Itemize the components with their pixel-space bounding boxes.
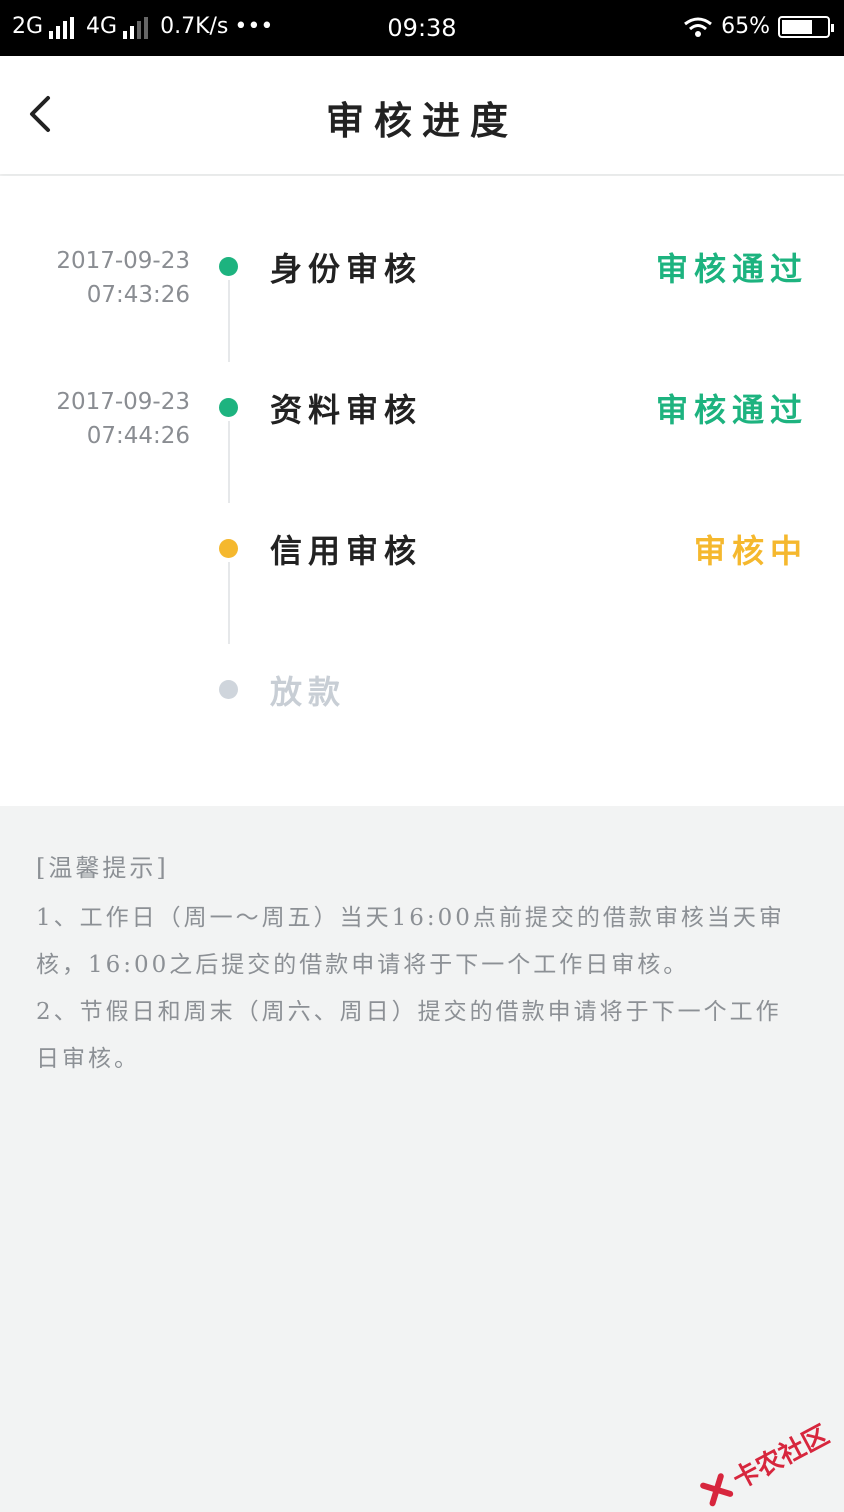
step-time: 07:43:26 <box>86 282 190 308</box>
step-status: 审核中 <box>693 532 808 570</box>
step-date: 2017-09-23 <box>56 389 190 415</box>
step-status: 审核通过 <box>655 250 808 288</box>
step-dot-done <box>219 257 238 276</box>
step-dot-in-progress <box>219 539 238 558</box>
logo-icon <box>699 1472 733 1506</box>
step-status: 审核通过 <box>655 391 808 429</box>
timeline-step-credit: 信用审核 审核中 <box>0 526 844 586</box>
step-time: 07:44:26 <box>86 423 190 449</box>
tips-line: 1、工作日（周一～周五）当天16:00点前提交的借款审核当天审核，16:00之后… <box>36 905 785 978</box>
tips-section: [温馨提示] 1、工作日（周一～周五）当天16:00点前提交的借款审核当天审核，… <box>36 848 806 1083</box>
step-timestamp: 2017-09-23 07:44:26 <box>56 385 190 453</box>
step-date: 2017-09-23 <box>56 248 190 274</box>
step-timestamp: 2017-09-23 07:43:26 <box>56 244 190 312</box>
status-bar: 2G 4G 0.7K/s ••• 09:38 65% <box>0 0 844 56</box>
step-name: 身份审核 <box>270 250 423 288</box>
nav-bar: 审核进度 <box>0 56 844 174</box>
step-dot-pending <box>219 680 238 699</box>
step-name: 信用审核 <box>270 532 423 570</box>
step-name: 放款 <box>270 673 347 711</box>
timeline-step-identity: 2017-09-23 07:43:26 身份审核 审核通过 <box>0 244 844 308</box>
timeline-step-documents: 2017-09-23 07:44:26 资料审核 审核通过 <box>0 385 844 449</box>
battery-percent: 65% <box>721 14 770 39</box>
battery-icon <box>778 15 834 38</box>
tips-title: [温馨提示] <box>36 854 169 882</box>
step-name: 资料审核 <box>270 391 423 429</box>
page-title: 审核进度 <box>325 98 518 143</box>
timeline-step-disbursement: 放款 <box>0 667 844 727</box>
tips-line: 2、节假日和周末（周六、周日）提交的借款申请将于下一个工作日审核。 <box>36 999 782 1072</box>
wifi-icon <box>684 17 713 37</box>
review-timeline: 2017-09-23 07:43:26 身份审核 审核通过 2017-09-23… <box>0 176 844 806</box>
status-right: 65% <box>683 14 834 39</box>
watermark-logo: 卡农社区 <box>695 1415 834 1512</box>
step-dot-done <box>219 398 238 417</box>
watermark-text: 卡农社区 <box>728 1420 835 1496</box>
